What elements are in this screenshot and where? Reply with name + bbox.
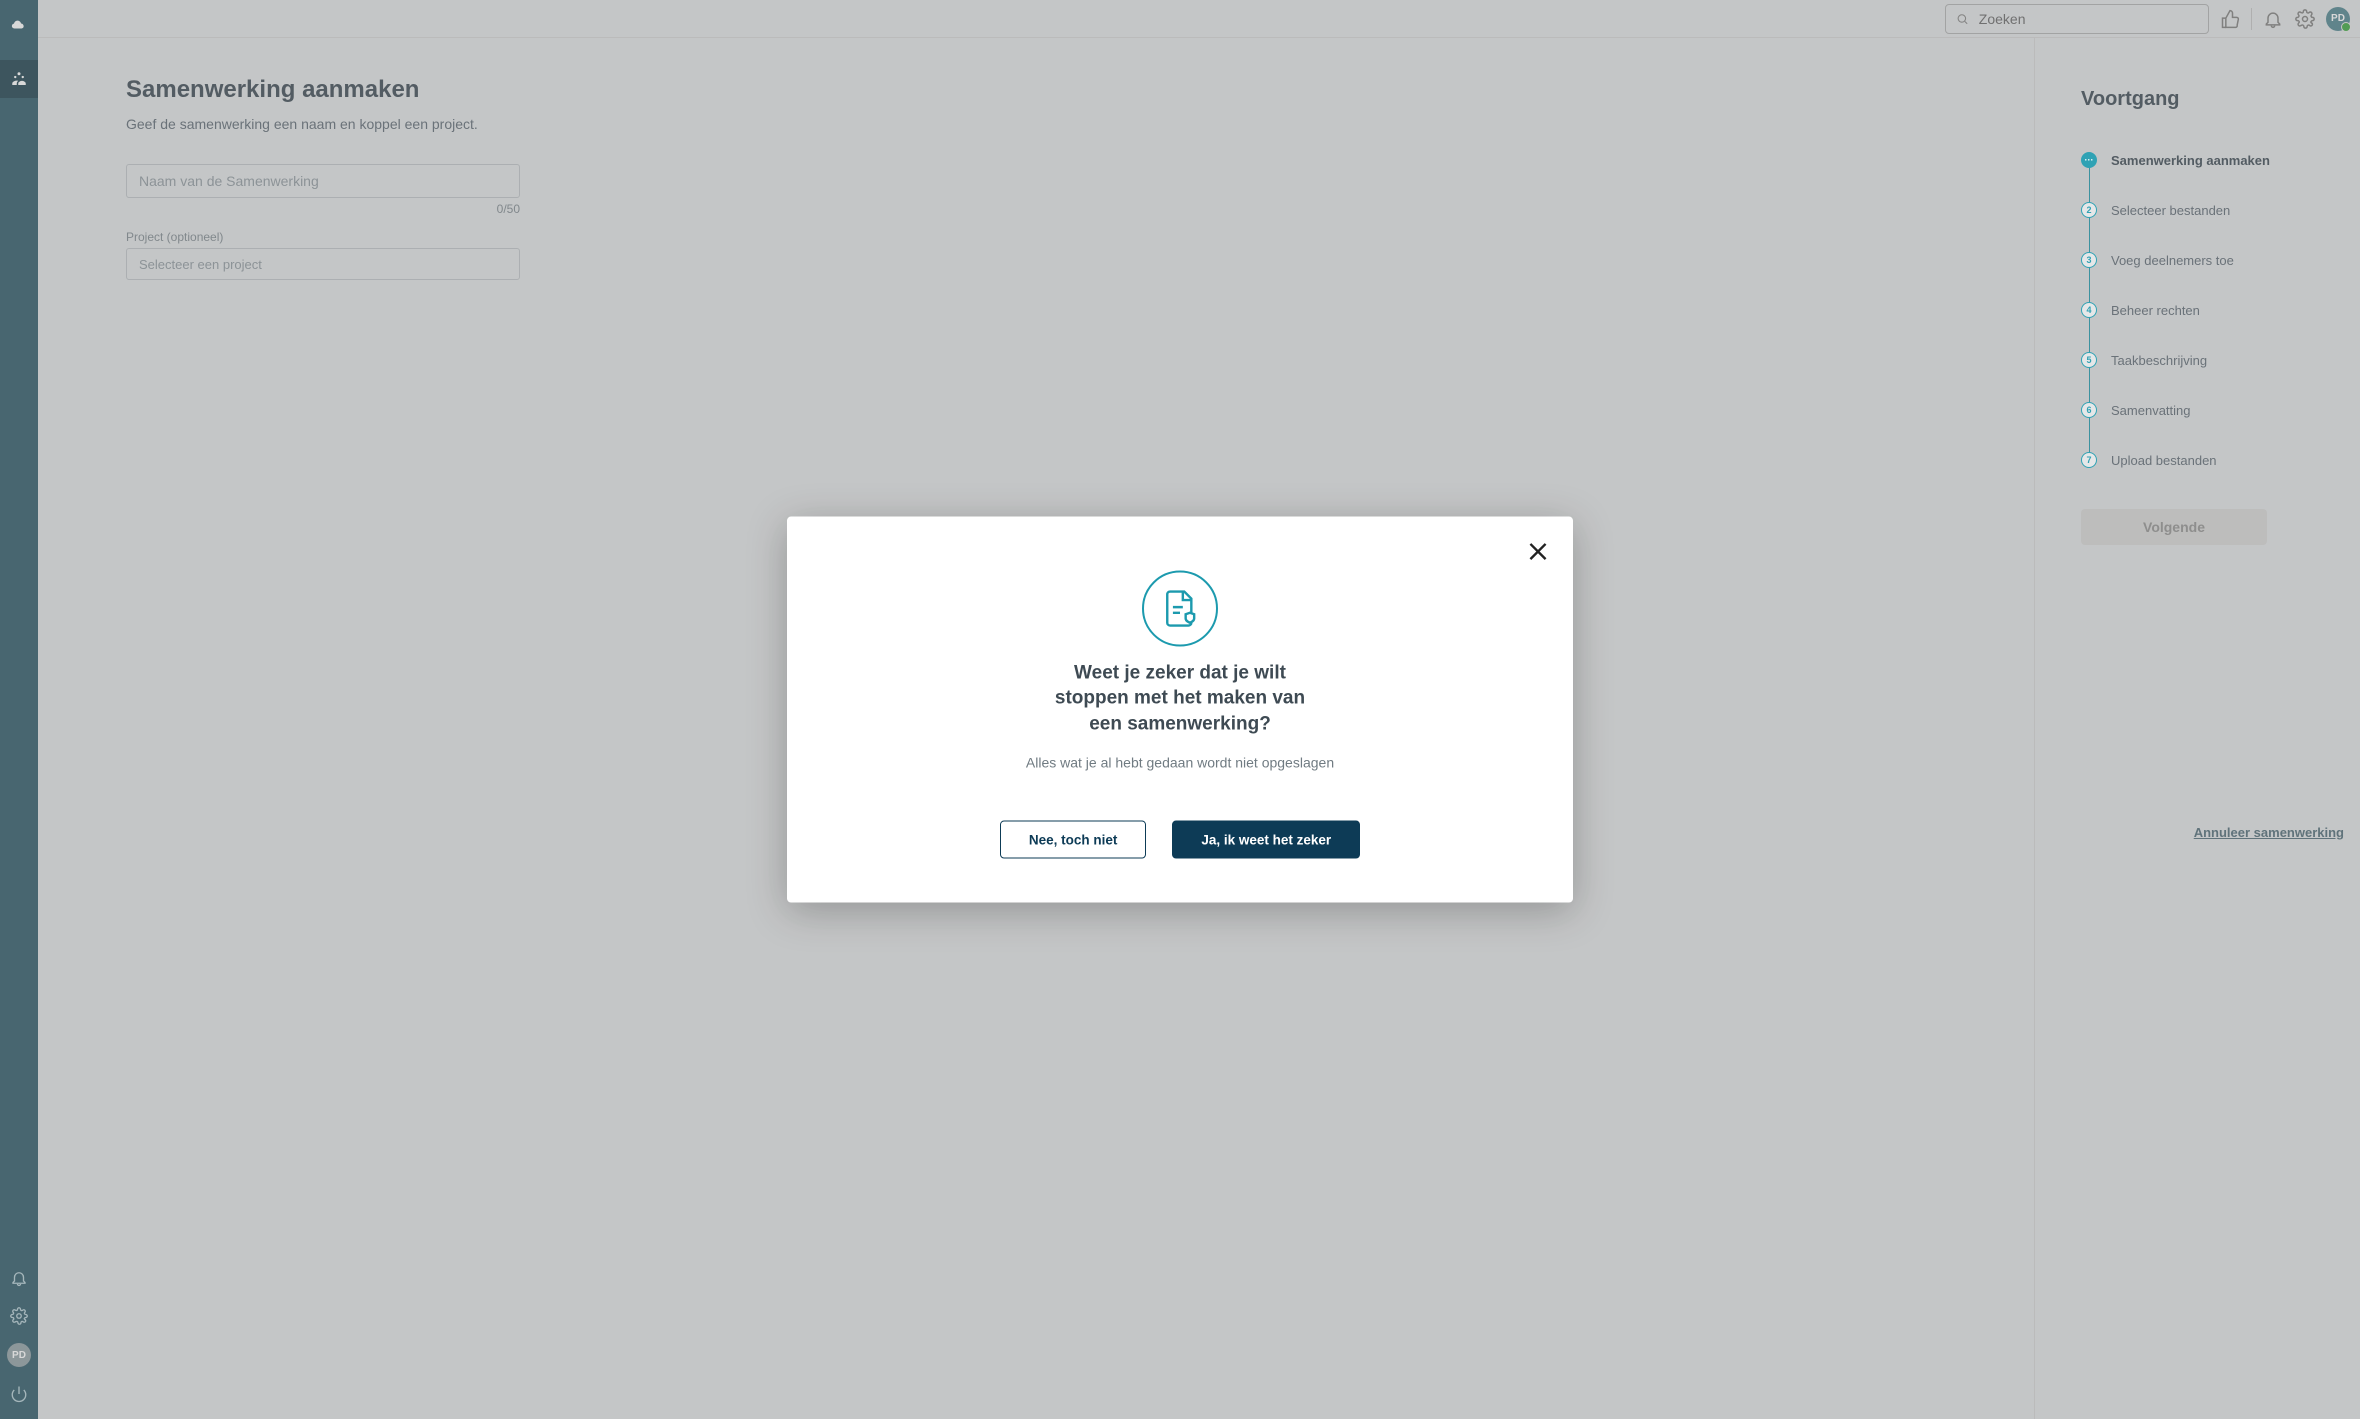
step-badge: 4 xyxy=(2081,302,2097,318)
document-shield-icon xyxy=(1142,570,1218,646)
modal-title: Weet je zeker dat je wilt stoppen met he… xyxy=(1050,660,1310,737)
modal-close-icon[interactable] xyxy=(1525,538,1551,564)
step-badge: ··· xyxy=(2081,152,2097,168)
modal-confirm-button[interactable]: Ja, ik weet het zeker xyxy=(1172,821,1360,859)
confirm-cancel-modal: Weet je zeker dat je wilt stoppen met he… xyxy=(787,516,1573,903)
step-badge: 5 xyxy=(2081,352,2097,368)
step-badge: 6 xyxy=(2081,402,2097,418)
modal-cancel-button[interactable]: Nee, toch niet xyxy=(1000,821,1147,859)
step-badge: 7 xyxy=(2081,452,2097,468)
step-badge: 3 xyxy=(2081,252,2097,268)
step-badge: 2 xyxy=(2081,202,2097,218)
modal-body-text: Alles wat je al hebt gedaan wordt niet o… xyxy=(1026,755,1334,771)
